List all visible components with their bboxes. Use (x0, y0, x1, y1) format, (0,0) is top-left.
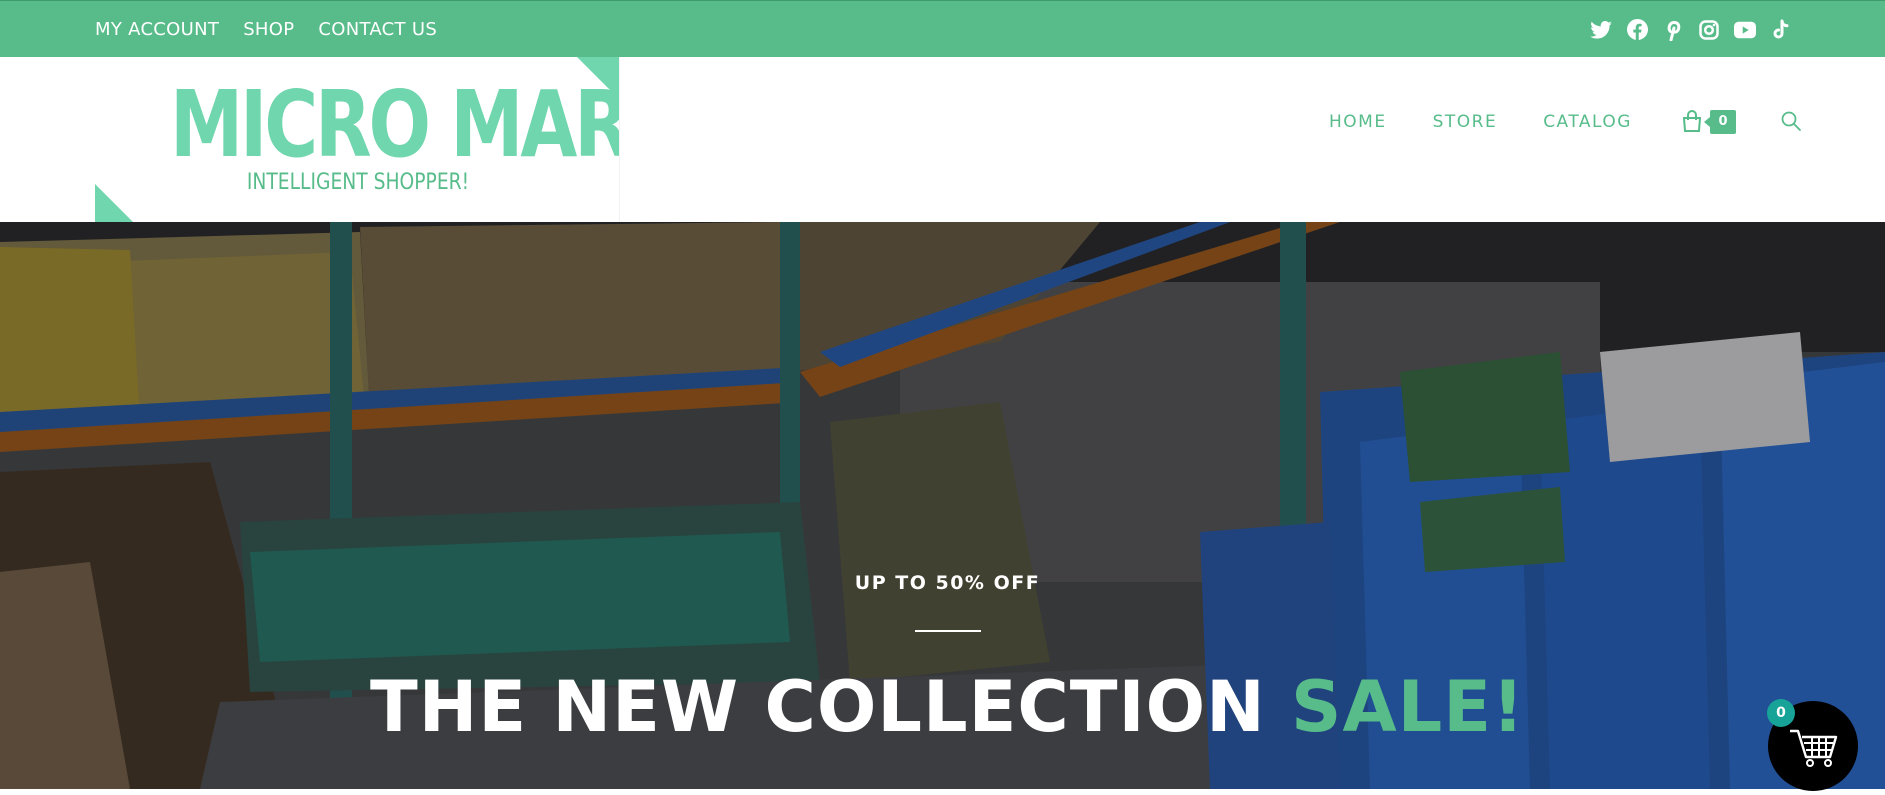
main-nav-catalog-link[interactable]: CATALOG (1543, 112, 1632, 132)
logo-tagline: INTELLIGENT SHOPPER! (246, 170, 470, 195)
twitter-icon[interactable] (1590, 19, 1612, 41)
shopping-bag-icon[interactable] (1680, 109, 1704, 133)
top-nav-contact-link[interactable]: CONTACT US (318, 19, 437, 40)
hero-title: THE NEW COLLECTION SALE! (0, 666, 1885, 748)
main-nav-home-link[interactable]: HOME (1329, 112, 1387, 132)
hero-divider (915, 630, 981, 632)
hero-title-main: THE NEW COLLECTION (370, 666, 1266, 748)
top-nav: MY ACCOUNT SHOP CONTACT US (95, 1, 437, 58)
hero-banner: UP TO 50% OFF THE NEW COLLECTION SALE! (0, 222, 1885, 789)
search-icon[interactable] (1780, 110, 1802, 132)
main-nav: HOME STORE CATALOG (1329, 57, 1678, 187)
facebook-icon[interactable] (1626, 19, 1648, 41)
social-links (1590, 1, 1792, 58)
tiktok-icon[interactable] (1770, 19, 1792, 41)
top-nav-my-account-link[interactable]: MY ACCOUNT (95, 19, 219, 40)
hero-title-accent: SALE! (1291, 666, 1525, 748)
hero-subtitle: UP TO 50% OFF (854, 572, 1041, 594)
top-nav-shop-link[interactable]: SHOP (243, 19, 294, 40)
logo-title: MICRO MART (170, 71, 620, 178)
site-header: MICRO MART INTELLIGENT SHOPPER! HOME STO… (0, 57, 1885, 222)
main-nav-store-link[interactable]: STORE (1433, 112, 1498, 132)
logo-corner-accent (95, 184, 133, 222)
instagram-icon[interactable] (1698, 19, 1720, 41)
floating-cart-count-badge: 0 (1767, 699, 1795, 727)
youtube-icon[interactable] (1734, 19, 1756, 41)
top-bar: MY ACCOUNT SHOP CONTACT US (0, 0, 1885, 57)
pinterest-icon[interactable] (1662, 19, 1684, 41)
site-logo[interactable]: MICRO MART INTELLIGENT SHOPPER! (95, 57, 620, 222)
cart-count-badge[interactable]: 0 (1704, 110, 1736, 134)
